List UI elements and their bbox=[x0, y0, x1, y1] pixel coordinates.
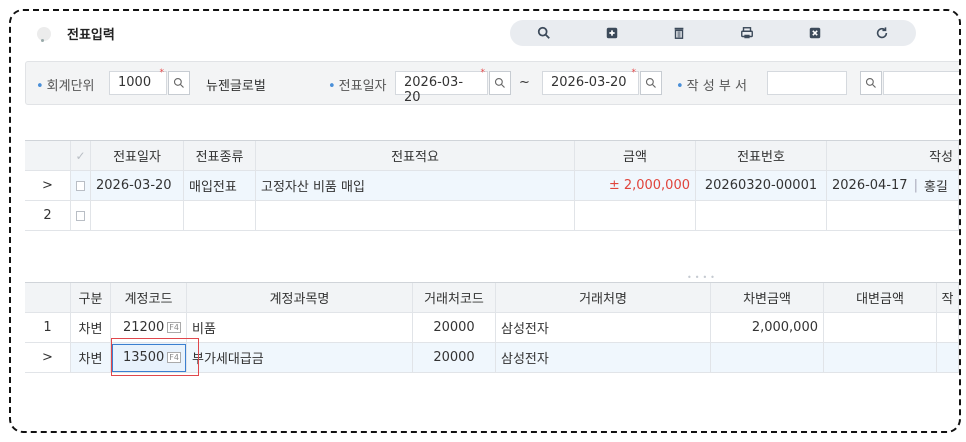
splitter-handle[interactable]: •••• bbox=[687, 273, 718, 282]
cell-vendor-name[interactable]: 삼성전자 bbox=[496, 343, 711, 373]
page-title: 전표입력 bbox=[67, 28, 115, 43]
row-checkbox[interactable] bbox=[71, 171, 91, 201]
dept-lookup-button[interactable] bbox=[860, 71, 882, 95]
search-icon bbox=[645, 77, 656, 88]
search-button[interactable] bbox=[510, 20, 578, 46]
search-icon bbox=[494, 77, 505, 88]
bullet-icon: • bbox=[36, 79, 44, 94]
cell-account-name[interactable]: 비품 bbox=[187, 313, 413, 343]
required-mark: * bbox=[631, 68, 637, 78]
date-to-input[interactable]: 2026-03-20 * bbox=[542, 68, 639, 95]
required-mark: * bbox=[480, 68, 486, 78]
required-mark: * bbox=[159, 68, 165, 78]
table-row[interactable]: > 2026-03-20 매입전표 고정자산 비품 매입 ± 2,000,000… bbox=[25, 171, 959, 201]
col-header-date[interactable]: 전표일자 bbox=[91, 141, 184, 171]
search-conditions: • 회계단위 1000 * 뉴젠글로벌 • 전표일자 2026-03-20 * ~ 20… bbox=[25, 61, 959, 105]
voucher-grid: ✓ 전표일자 전표종류 전표적요 금액 전표번호 작성 > 2026-03-20… bbox=[25, 140, 959, 272]
bullet-icon: • bbox=[328, 79, 336, 94]
col-header-vendor-name[interactable]: 거래처명 bbox=[496, 283, 711, 313]
cell-amount[interactable] bbox=[575, 201, 696, 231]
unit-lookup-button[interactable] bbox=[168, 71, 190, 95]
cell-credit[interactable] bbox=[824, 343, 937, 373]
col-header-amount[interactable]: 금액 bbox=[575, 141, 696, 171]
row-checkbox[interactable] bbox=[71, 201, 91, 231]
bullet-icon: • bbox=[676, 79, 684, 94]
row-indicator: 2 bbox=[25, 201, 71, 231]
cell-date[interactable] bbox=[91, 201, 184, 231]
cell-side[interactable]: 차변 bbox=[71, 313, 111, 343]
cell-amount[interactable]: ± 2,000,000 bbox=[575, 171, 696, 201]
col-header-type[interactable]: 전표종류 bbox=[184, 141, 256, 171]
cell-debit[interactable] bbox=[711, 343, 824, 373]
cell-vendor-code[interactable]: 20000 bbox=[413, 313, 496, 343]
voucher-grid-header: ✓ 전표일자 전표종류 전표적요 금액 전표번호 작성 bbox=[25, 141, 959, 171]
add-button[interactable] bbox=[578, 20, 646, 46]
app-icon bbox=[37, 27, 51, 42]
row-indicator: 1 bbox=[25, 313, 71, 343]
title-bar: 전표입력 bbox=[11, 11, 959, 55]
cell-credit[interactable] bbox=[824, 313, 937, 343]
dept-name-field bbox=[883, 71, 959, 95]
table-row[interactable]: 2 bbox=[25, 201, 959, 231]
col-header-number[interactable]: 전표번호 bbox=[696, 141, 827, 171]
cell-type[interactable] bbox=[184, 201, 256, 231]
search-icon bbox=[173, 77, 184, 88]
highlight-box bbox=[111, 338, 199, 376]
toolbar bbox=[510, 20, 916, 46]
unit-label: 회계단위 bbox=[46, 79, 95, 94]
cell-summary[interactable]: 고정자산 비품 매입 bbox=[256, 171, 575, 201]
date-label: 전표일자 bbox=[338, 79, 387, 94]
unit-name-field: 뉴젠글로벌 bbox=[197, 71, 297, 95]
search-icon bbox=[865, 77, 876, 88]
search-icon bbox=[537, 26, 550, 39]
col-header-side[interactable]: 구분 bbox=[71, 283, 111, 313]
cell-type[interactable]: 매입전표 bbox=[184, 171, 256, 201]
col-header-more[interactable]: 작 bbox=[937, 283, 959, 313]
close-square-icon bbox=[809, 27, 820, 39]
cell-vendor-code[interactable]: 20000 bbox=[413, 343, 496, 373]
refresh-button[interactable] bbox=[848, 20, 916, 46]
dept-input[interactable] bbox=[767, 71, 847, 95]
plus-square-icon bbox=[606, 27, 617, 39]
row-indicator: > bbox=[25, 171, 71, 201]
cell-date[interactable]: 2026-03-20 bbox=[91, 171, 184, 201]
window-frame: 전표입력 • 회계단위 1000 * 뉴젠글로벌 • 전표일자 2026-03-… bbox=[9, 9, 961, 433]
cell-vendor-name[interactable]: 삼성전자 bbox=[496, 313, 711, 343]
col-header-vendor-code[interactable]: 거래처코드 bbox=[413, 283, 496, 313]
cell-writer[interactable] bbox=[827, 201, 959, 231]
refresh-icon bbox=[877, 27, 888, 39]
cell-number[interactable] bbox=[696, 201, 827, 231]
detail-grid-header: 구분 계정코드 계정과목명 거래처코드 거래처명 차변금액 대변금액 작 bbox=[25, 283, 959, 313]
date-range-separator: ~ bbox=[519, 75, 530, 90]
cell-summary[interactable] bbox=[256, 201, 575, 231]
date-to-picker-button[interactable] bbox=[640, 71, 662, 95]
date-from-picker-button[interactable] bbox=[489, 71, 511, 95]
unit-code-input[interactable]: 1000 * bbox=[109, 68, 167, 95]
cell-debit[interactable]: 2,000,000 bbox=[711, 313, 824, 343]
cell-writer[interactable]: 2026-04-17 | 홍길 bbox=[827, 171, 959, 201]
col-header-credit[interactable]: 대변금액 bbox=[824, 283, 937, 313]
close-button[interactable] bbox=[781, 20, 849, 46]
f4-lookup-icon[interactable]: F4 bbox=[167, 322, 181, 333]
dept-label: 작 성 부 서 bbox=[686, 79, 747, 94]
col-header-summary[interactable]: 전표적요 bbox=[256, 141, 575, 171]
col-header-account-code[interactable]: 계정코드 bbox=[111, 283, 187, 313]
printer-icon bbox=[740, 27, 753, 39]
delete-button[interactable] bbox=[645, 20, 713, 46]
row-indicator: > bbox=[25, 343, 71, 373]
col-header-account-name[interactable]: 계정과목명 bbox=[187, 283, 413, 313]
print-button[interactable] bbox=[713, 20, 781, 46]
select-all-checkbox[interactable]: ✓ bbox=[71, 141, 91, 171]
date-from-input[interactable]: 2026-03-20 * bbox=[395, 68, 488, 105]
col-header-writer[interactable]: 작성 bbox=[827, 141, 959, 171]
cell-account-name[interactable]: 부가세대급금 bbox=[187, 343, 413, 373]
cell-number[interactable]: 20260320-00001 bbox=[696, 171, 827, 201]
col-header-debit[interactable]: 차변금액 bbox=[711, 283, 824, 313]
cell-side[interactable]: 차변 bbox=[71, 343, 111, 373]
trash-icon bbox=[674, 27, 684, 39]
